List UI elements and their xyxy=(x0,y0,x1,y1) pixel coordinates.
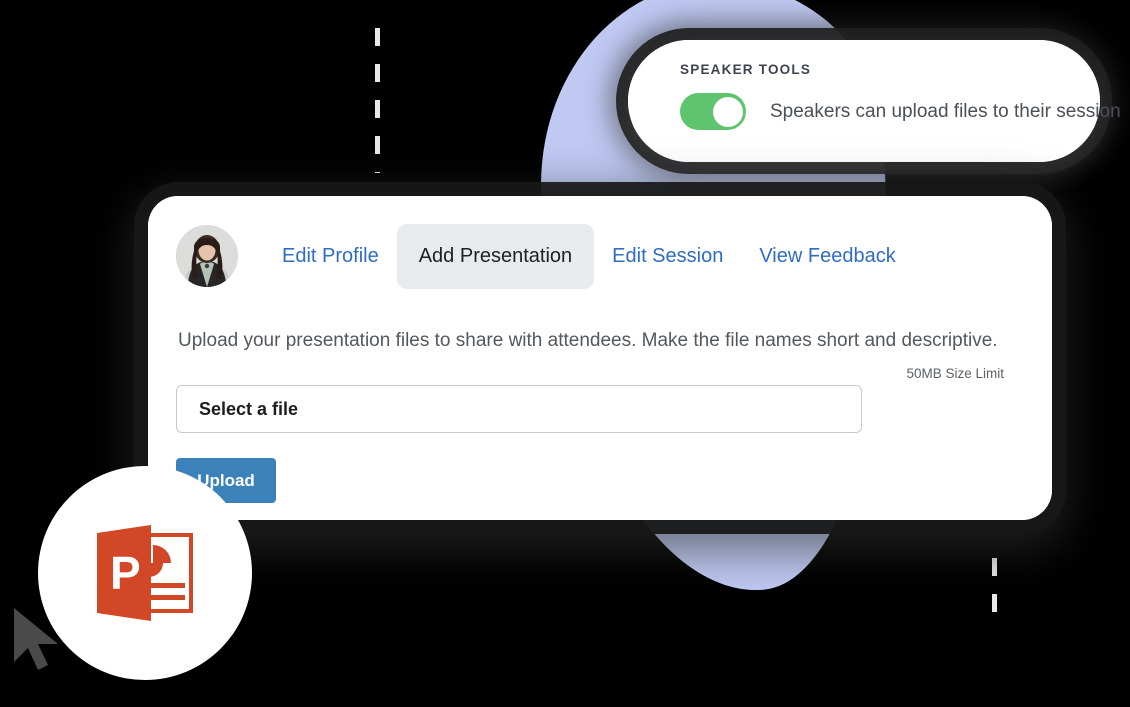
avatar xyxy=(176,225,238,287)
tab-view-feedback[interactable]: View Feedback xyxy=(741,224,913,289)
profile-tab-bar: Edit Profile Add Presentation Edit Sessi… xyxy=(176,210,1022,302)
speakers-upload-toggle-label: Speakers can upload files to their sessi… xyxy=(770,100,1121,122)
speaker-tools-card-body: SPEAKER TOOLS Speakers can upload files … xyxy=(628,40,1121,162)
speakers-upload-toggle[interactable] xyxy=(680,93,746,130)
toggle-knob xyxy=(712,96,743,127)
file-select-input[interactable]: Select a file xyxy=(176,385,862,433)
speaker-upload-toggle-row: Speakers can upload files to their sessi… xyxy=(680,93,1121,130)
tab-edit-profile[interactable]: Edit Profile xyxy=(264,224,397,289)
speaker-tools-card: SPEAKER TOOLS Speakers can upload files … xyxy=(628,40,1121,162)
upload-instructions: Upload your presentation files to share … xyxy=(178,330,998,351)
screenshot-canvas: SPEAKER TOOLS Speakers can upload files … xyxy=(0,0,1130,707)
tab-edit-session[interactable]: Edit Session xyxy=(594,224,741,289)
dashed-guide-line-bottom xyxy=(992,558,997,626)
speaker-tools-heading: SPEAKER TOOLS xyxy=(680,62,812,77)
powerpoint-file-icon: P xyxy=(97,525,193,621)
add-presentation-card: Edit Profile Add Presentation Edit Sessi… xyxy=(148,196,1052,520)
size-limit-text: 50MB Size Limit xyxy=(906,366,1004,381)
file-select-input-value: Select a file xyxy=(199,398,299,419)
dashed-guide-line-top xyxy=(375,28,380,173)
avatar-photo-icon xyxy=(176,225,238,287)
add-presentation-card-body: Edit Profile Add Presentation Edit Sessi… xyxy=(148,196,1052,520)
mouse-cursor-icon xyxy=(14,608,58,670)
tab-add-presentation[interactable]: Add Presentation xyxy=(396,223,595,289)
svg-text:P: P xyxy=(110,547,141,599)
size-limit-row: 50MB Size Limit xyxy=(176,366,1022,381)
